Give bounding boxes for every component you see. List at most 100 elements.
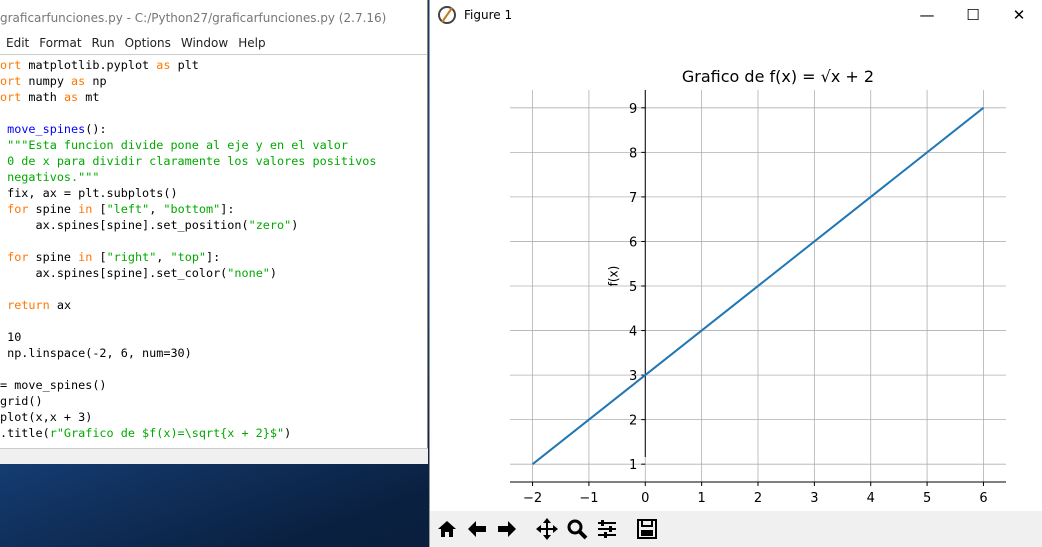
code-token: [	[92, 202, 107, 216]
code-line: = move_spines()	[0, 377, 427, 393]
pan-icon[interactable]	[532, 514, 562, 544]
code-token: [	[92, 250, 107, 264]
code-token: return	[7, 298, 50, 312]
code-token: in	[78, 202, 93, 216]
code-token: ax.spines[spine].set_position(	[0, 218, 249, 232]
code-line: np.linspace(-2, 6, num=30)	[0, 345, 427, 361]
code-token: 10	[0, 330, 22, 344]
code-line: fix, ax = plt.subplots()	[0, 185, 427, 201]
code-token: as	[71, 74, 86, 88]
code-line: 0 de x para dividir claramente los valor…	[0, 153, 427, 169]
menu-format[interactable]: Format	[39, 34, 89, 54]
menu-options[interactable]: Options	[125, 34, 179, 54]
editor-window: graficarfunciones.py - C:/Python27/grafi…	[0, 0, 428, 464]
code-line: grid()	[0, 393, 427, 409]
menu-help[interactable]: Help	[238, 34, 273, 54]
code-token: ,	[156, 250, 171, 264]
back-icon[interactable]	[462, 514, 492, 544]
code-token: matplotlib.pyplot	[21, 58, 157, 72]
code-token: in	[78, 250, 93, 264]
editor-menu-bar: Edit Format Run Options Window Help	[0, 34, 427, 54]
matplotlib-icon	[438, 6, 456, 24]
save-icon[interactable]	[632, 514, 662, 544]
code-token: 0 de x para dividir claramente los valor…	[0, 154, 377, 168]
figure-window: Figure 1 — ☐ ✕ −2 −1 0 1 2 3 4 5 6 1 2 3 4 5 6 7 8 9 f(x) G…	[429, 0, 1042, 547]
code-token: plt	[170, 58, 199, 72]
y-tick-label: 6	[629, 235, 637, 250]
x-tick-label: 0	[641, 491, 649, 506]
code-token: ort	[0, 74, 22, 88]
x-tick-label: 4	[867, 491, 875, 506]
code-line: for spine in ["left", "bottom"]:	[0, 201, 427, 217]
figure-title-bar: Figure 1 — ☐ ✕	[430, 0, 1042, 30]
code-token: ():	[85, 122, 107, 136]
y-tick-label: 7	[629, 191, 637, 206]
code-line: ax.spines[spine].set_position("zero")	[0, 217, 427, 233]
zoom-icon[interactable]	[562, 514, 592, 544]
x-tick-label: 3	[810, 491, 818, 506]
x-tick-label: −1	[579, 491, 598, 506]
code-line: return ax	[0, 297, 427, 313]
plot-canvas[interactable]: −2 −1 0 1 2 3 4 5 6 1 2 3 4 5 6 7 8 9 f(x) Grafico de f(x) …	[430, 30, 1042, 511]
code-token: ,	[149, 202, 164, 216]
menu-run[interactable]: Run	[92, 34, 123, 54]
maximize-button[interactable]: ☐	[950, 0, 996, 30]
code-token: """Esta funcion divide pone al eje y en …	[0, 138, 349, 152]
code-token: ]:	[206, 250, 221, 264]
minimize-button[interactable]: —	[904, 0, 950, 30]
code-token: mt	[78, 90, 100, 104]
code-token: plot(x,x + 3)	[0, 410, 93, 424]
code-token: fix, ax = plt.subplots()	[0, 186, 178, 200]
y-tick-label: 9	[629, 102, 637, 117]
code-token: numpy	[21, 74, 72, 88]
code-line: ort math as mt	[0, 89, 427, 105]
editor-title-bar: graficarfunciones.py - C:/Python27/grafi…	[0, 0, 427, 34]
menu-window[interactable]: Window	[181, 34, 236, 54]
code-token: "none"	[227, 266, 270, 280]
editor-title: graficarfunciones.py - C:/Python27/grafi…	[0, 11, 387, 25]
x-tick-label: 6	[979, 491, 987, 506]
home-icon[interactable]	[432, 514, 462, 544]
code-token: ort	[0, 90, 22, 104]
code-token: "right"	[106, 250, 157, 264]
code-token: "bottom"	[163, 202, 221, 216]
code-line: move_spines():	[0, 121, 427, 137]
x-tick-label: 2	[754, 491, 762, 506]
code-line: for spine in ["right", "top"]:	[0, 249, 427, 265]
code-token: )	[291, 218, 299, 232]
forward-icon[interactable]	[492, 514, 522, 544]
editor-scroll-area[interactable]	[0, 448, 428, 464]
code-token: r"Grafico de $f(x)=\sqrt{x + 2}$"	[49, 426, 285, 440]
close-button[interactable]: ✕	[996, 0, 1042, 30]
code-line: .title(r"Grafico de $f(x)=\sqrt{x + 2}$"…	[0, 425, 427, 441]
code-line: negativos."""	[0, 169, 427, 185]
y-tick-label: 8	[629, 146, 637, 161]
figure-toolbar	[430, 511, 1042, 547]
code-token: spine	[28, 250, 79, 264]
code-line: plot(x,x + 3)	[0, 409, 427, 425]
code-token: ]:	[220, 202, 235, 216]
code-token: grid()	[0, 394, 43, 408]
menu-edit[interactable]: Edit	[6, 34, 37, 54]
figure-title: Figure 1	[464, 8, 513, 22]
code-token: for	[7, 250, 29, 264]
code-editor[interactable]: ort matplotlib.pyplot as plt ort numpy as…	[0, 54, 427, 446]
code-token: np.linspace(-2, 6, num=30)	[0, 346, 192, 360]
code-token: np	[85, 74, 107, 88]
y-tick-label: 2	[629, 414, 637, 429]
code-token: )	[284, 426, 292, 440]
code-token: ort	[0, 58, 22, 72]
code-token: ax	[49, 298, 72, 312]
x-tick-label: 1	[697, 491, 705, 506]
code-token: negativos."""	[0, 170, 100, 184]
window-controls: — ☐ ✕	[904, 0, 1042, 30]
configure-icon[interactable]	[592, 514, 622, 544]
code-token: "left"	[106, 202, 150, 216]
code-token: math	[21, 90, 64, 104]
x-tick-label: −2	[523, 491, 542, 506]
y-axis-label: f(x)	[606, 266, 620, 287]
